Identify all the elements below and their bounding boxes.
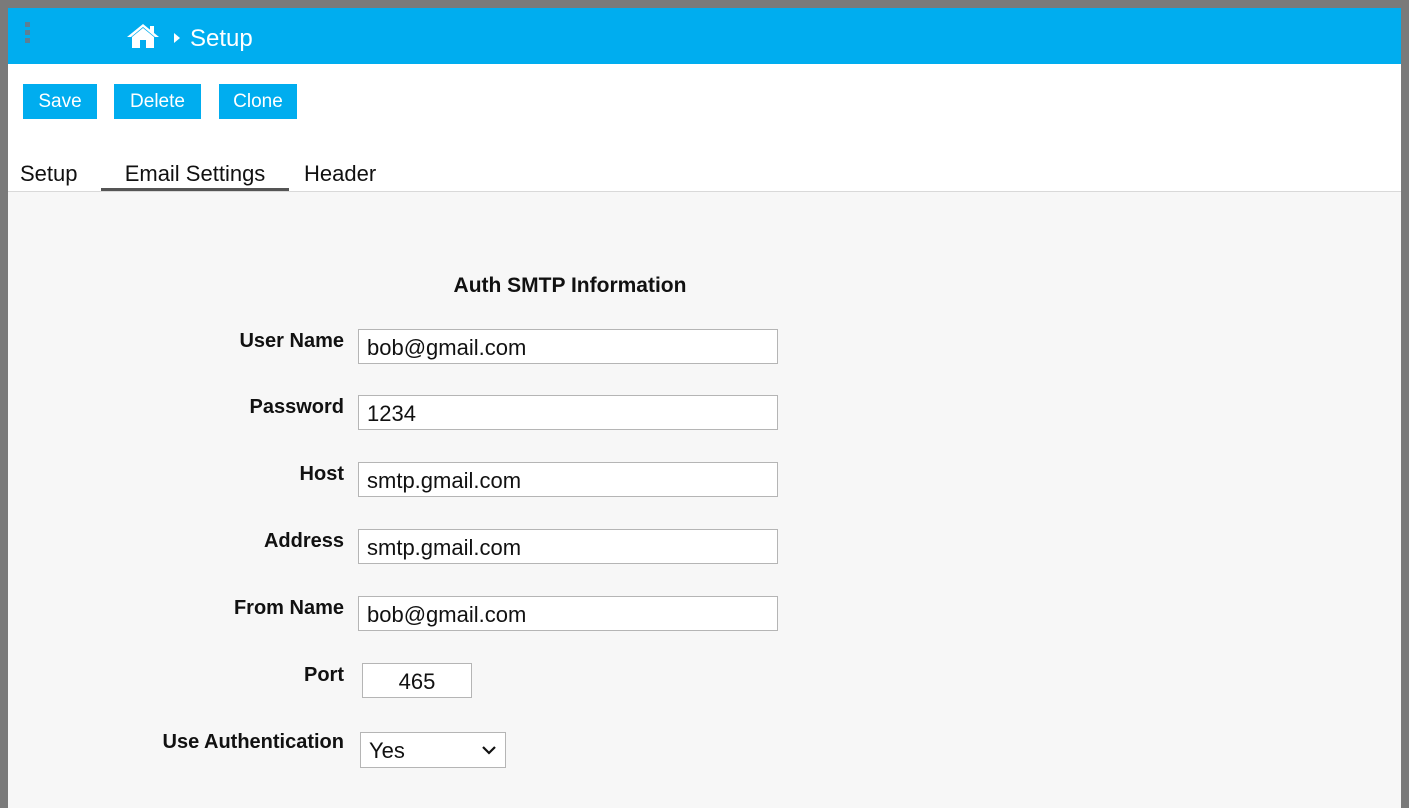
user-name-input[interactable]: bob@gmail.com (358, 329, 778, 364)
address-input[interactable]: smtp.gmail.com (358, 529, 778, 564)
breadcrumb[interactable]: Setup (190, 25, 253, 53)
app-window: Setup Save Delete Clone Setup Email Sett… (8, 8, 1401, 808)
use-authentication-select[interactable]: Yes (360, 732, 506, 768)
port-label: Port (304, 664, 344, 686)
user-name-label: User Name (239, 330, 344, 352)
clone-button[interactable]: Clone (219, 84, 297, 119)
address-label: Address (263, 530, 344, 552)
delete-button[interactable]: Delete (114, 84, 201, 119)
tab-header[interactable]: Header (304, 160, 376, 188)
port-input[interactable]: 465 (362, 663, 472, 698)
kebab-menu-icon[interactable] (25, 22, 31, 46)
section-title: Auth SMTP Information (453, 274, 687, 297)
tab-setup[interactable]: Setup (20, 160, 78, 188)
password-label: Password (249, 396, 344, 418)
host-label: Host (299, 463, 344, 485)
home-icon[interactable] (126, 23, 160, 49)
tab-bar: Setup Email Settings Header (8, 160, 1401, 192)
password-input[interactable]: 1234 (358, 395, 778, 430)
from-name-label: From Name (233, 597, 344, 619)
email-settings-panel: Auth SMTP Information User Name bob@gmai… (8, 192, 1401, 808)
use-authentication-label: Use Authentication (162, 731, 345, 753)
use-authentication-value: Yes (369, 738, 405, 763)
host-input[interactable]: smtp.gmail.com (358, 462, 778, 497)
save-button[interactable]: Save (23, 84, 97, 119)
tab-email-settings[interactable]: Email Settings (101, 160, 289, 191)
top-bar: Setup (8, 8, 1401, 64)
caret-right-icon (174, 33, 180, 43)
chevron-down-icon (482, 746, 496, 755)
from-name-input[interactable]: bob@gmail.com (358, 596, 778, 631)
